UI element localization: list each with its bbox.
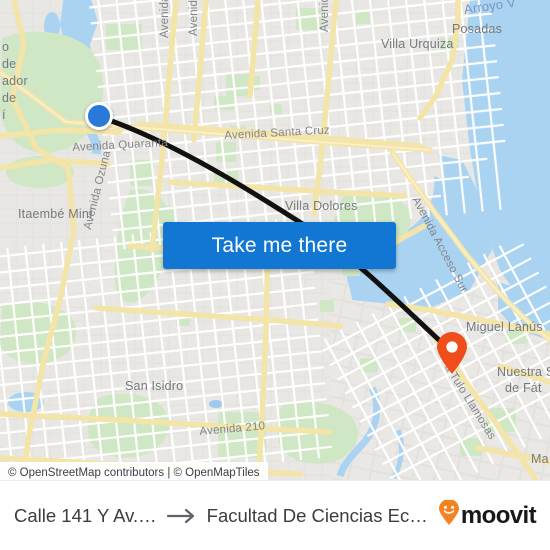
map-canvas[interactable]: odeadordeíAvenida QuarantaAvenida ArecoA… <box>0 0 550 480</box>
moovit-trip-screen: odeadordeíAvenida QuarantaAvenida ArecoA… <box>0 0 550 550</box>
trip-origin-label: Calle 141 Y Av. Sa... <box>14 504 157 526</box>
moovit-wordmark: moovit <box>460 501 537 529</box>
take-me-there-label: Take me there <box>211 233 348 257</box>
bottom-bar: Calle 141 Y Av. Sa... Facultad De Cienci… <box>0 480 550 550</box>
map-attribution-text: © OpenStreetMap contributors | © OpenMap… <box>8 467 260 479</box>
moovit-pin-icon <box>438 499 460 531</box>
map-attribution: © OpenStreetMap contributors | © OpenMap… <box>0 462 268 480</box>
take-me-there-button[interactable]: Take me there <box>163 222 396 269</box>
origin-dot[interactable] <box>85 102 113 130</box>
moovit-logo[interactable]: moovit <box>438 499 537 531</box>
trip-summary[interactable]: Calle 141 Y Av. Sa... Facultad De Cienci… <box>14 505 432 527</box>
destination-pin[interactable] <box>435 331 469 375</box>
trip-destination-label: Facultad De Ciencias Económ... <box>206 504 432 526</box>
arrow-right-icon <box>166 508 197 524</box>
